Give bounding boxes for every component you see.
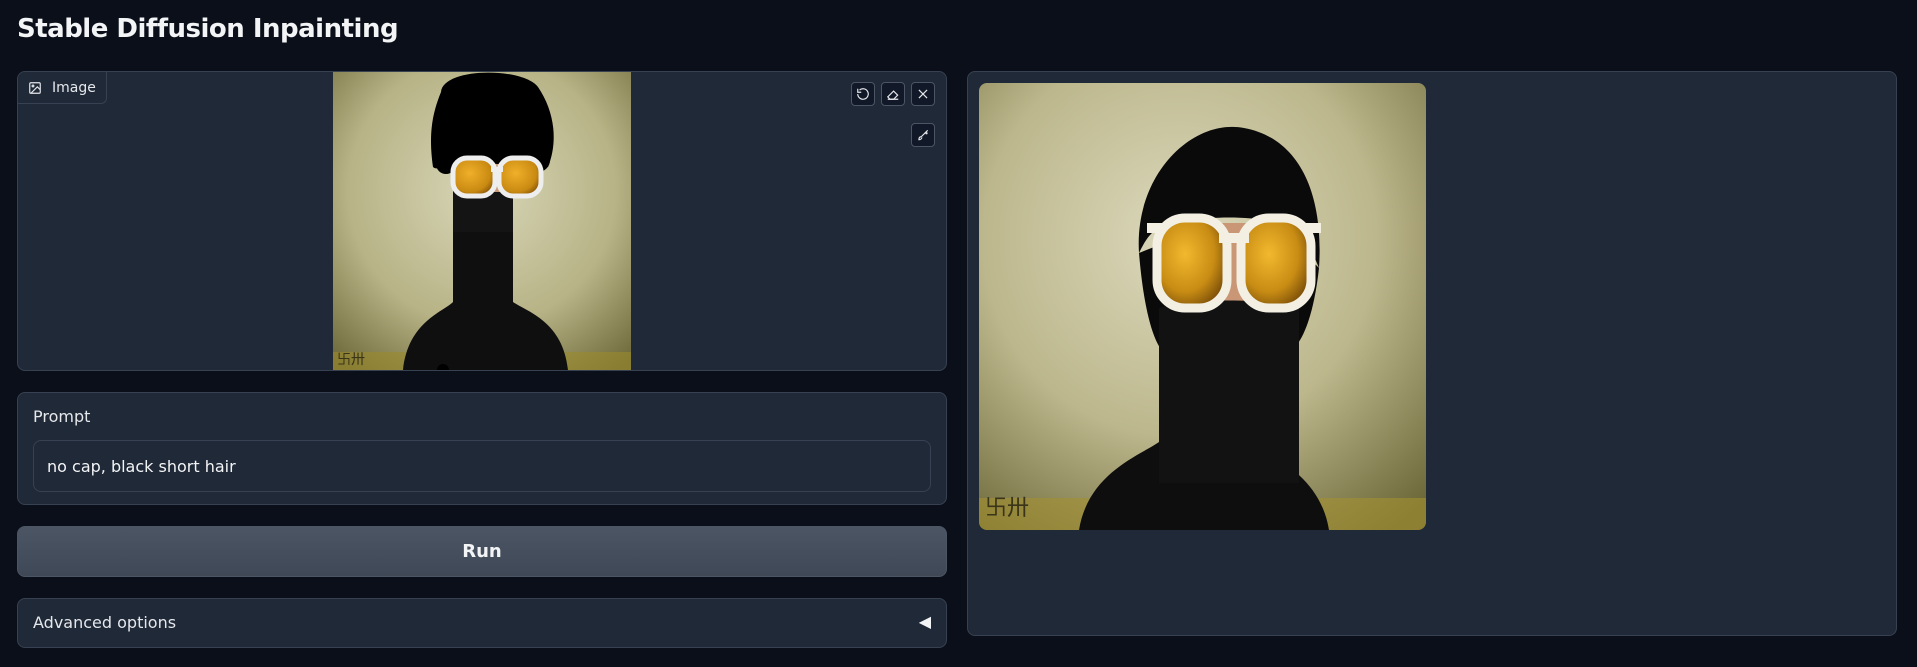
image-editor[interactable]: Image 卐卅 [17,71,947,371]
caret-left-icon: ◀ [918,612,931,631]
image-icon [29,81,41,94]
signature-mark: 卐卅 [337,352,365,368]
prompt-label: Prompt [33,407,91,426]
app-root: Stable Diffusion Inpainting Image 卐卅 Pro… [0,0,1917,667]
mask-canvas[interactable]: 卐卅 [333,72,631,370]
image-label-badge: Image [18,72,107,104]
close-icon [918,89,928,99]
eraser-icon [886,90,899,100]
result-image: 卐卅 [979,83,1426,530]
eraser-button[interactable] [881,82,905,106]
undo-button[interactable] [851,82,875,106]
output-panel: 卐卅 [967,71,1897,636]
run-button[interactable]: Run [17,526,947,577]
page-title: Stable Diffusion Inpainting [17,14,399,44]
clear-button[interactable] [911,82,935,106]
image-label: Image [52,79,96,96]
input-image: 卐卅 [333,72,631,370]
brush-icon [918,129,929,141]
advanced-options-label: Advanced options [33,613,177,632]
prompt-block: Prompt [17,392,947,505]
signature-mark-output: 卐卅 [985,496,1029,521]
output-image: 卐卅 [979,83,1426,530]
undo-icon [857,88,869,100]
advanced-options-accordion[interactable]: Advanced options ◀ [17,598,947,648]
prompt-input[interactable] [33,440,931,492]
brush-button[interactable] [911,123,935,147]
